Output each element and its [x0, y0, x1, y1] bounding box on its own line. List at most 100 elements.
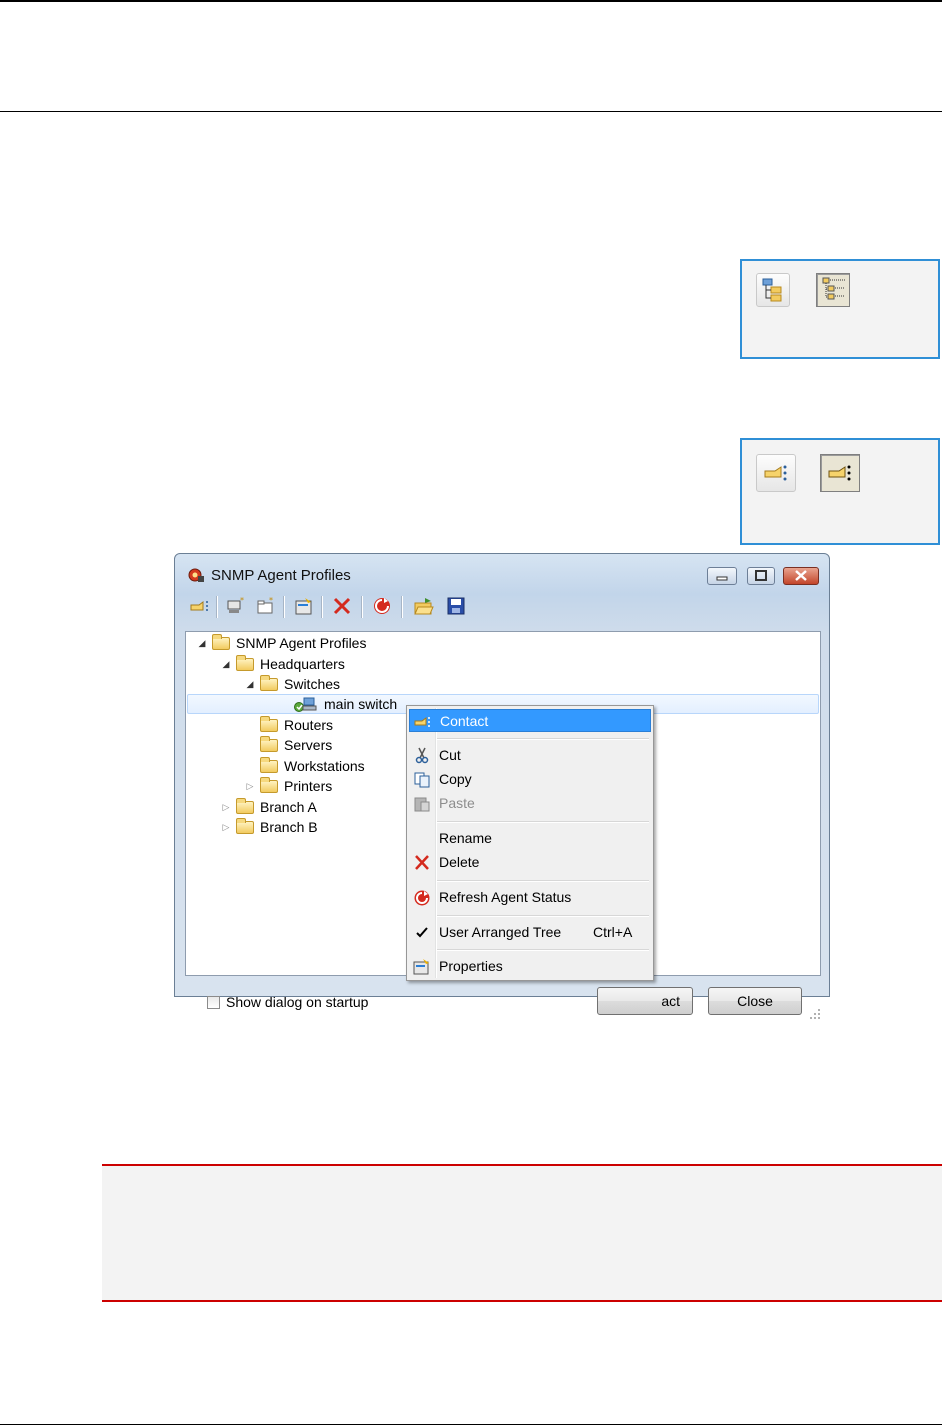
menu-item-properties[interactable]: Properties: [409, 955, 651, 978]
snmp-agent-icon: [187, 567, 205, 583]
tree-node-workstations[interactable]: Workstations: [256, 756, 365, 776]
menu-separator: [437, 880, 649, 882]
menu-separator: [437, 738, 649, 740]
tree-view-pressed-icon[interactable]: [816, 273, 850, 307]
agent-ok-icon: [294, 697, 317, 712]
tree-node-servers[interactable]: Servers: [256, 735, 332, 755]
contact-pressed-icon[interactable]: [820, 454, 860, 492]
tree-node-branch-b[interactable]: ▷ Branch B: [220, 817, 318, 837]
tree-node-label: Branch A: [260, 799, 317, 815]
menu-item-cut[interactable]: Cut: [409, 744, 651, 767]
tree-node-routers[interactable]: Routers: [256, 715, 333, 735]
contact-icon: [414, 717, 430, 727]
menu-item-refresh-agent-status[interactable]: Refresh Agent Status: [409, 886, 651, 909]
menu-item-user-arranged-tree[interactable]: User Arranged Tree Ctrl+A: [409, 921, 651, 944]
show-dialog-checkbox[interactable]: [207, 995, 220, 1009]
delete-icon: [415, 855, 429, 870]
shortcut-label: Ctrl+A: [593, 924, 633, 940]
close-window-button[interactable]: [783, 567, 819, 585]
menu-item-copy[interactable]: Copy: [409, 768, 651, 791]
collapsed-arrow-icon[interactable]: ▷: [220, 802, 232, 813]
refresh-icon[interactable]: [371, 595, 393, 617]
paste-icon: [414, 797, 430, 812]
toolbar-separator: [283, 596, 285, 618]
resize-grip-icon[interactable]: [809, 1008, 821, 1020]
footer-rule: [0, 1424, 942, 1425]
close-button[interactable]: Close: [708, 987, 802, 1015]
note-box: [102, 1164, 942, 1302]
close-icon: [795, 570, 807, 581]
scissors-icon: [415, 747, 429, 764]
expanded-arrow-icon[interactable]: ◢: [220, 659, 232, 670]
toolbar-separator: [216, 596, 218, 618]
contact-icons-box: [740, 438, 940, 545]
tree-view-icon[interactable]: [756, 273, 790, 307]
delete-icon[interactable]: [331, 595, 353, 617]
svg-text:*: *: [269, 596, 273, 605]
window-title: SNMP Agent Profiles: [211, 567, 351, 584]
collapsed-arrow-icon[interactable]: ▷: [244, 781, 256, 792]
tree-node-printers[interactable]: ▷ Printers: [244, 776, 332, 796]
folder-icon: [212, 633, 230, 650]
folder-icon: [236, 654, 254, 671]
tree-node-label: Servers: [284, 737, 333, 753]
folder-icon: [260, 715, 278, 732]
maximize-button[interactable]: [747, 567, 775, 585]
tree-node-label: Workstations: [284, 758, 365, 774]
menu-item-delete[interactable]: Delete: [409, 851, 651, 874]
checkmark-icon: [416, 927, 428, 938]
properties-icon[interactable]: [293, 595, 315, 617]
contact-icon[interactable]: [189, 595, 211, 617]
toolbar-separator: [401, 596, 403, 618]
maximize-icon: [755, 570, 767, 581]
show-dialog-checkbox-row[interactable]: Show dialog on startup: [207, 982, 368, 1022]
contact-icon[interactable]: [756, 454, 796, 492]
svg-text:*: *: [240, 596, 244, 605]
minimize-button[interactable]: [707, 567, 737, 585]
collapsed-arrow-icon[interactable]: ▷: [220, 822, 232, 833]
folder-icon: [260, 756, 278, 773]
header-rule: [0, 0, 942, 2]
tree-node-main-switch[interactable]: main switch: [294, 694, 397, 714]
menu-separator: [437, 949, 649, 951]
tree-node-label: Routers: [284, 717, 334, 733]
tree-view-icons-box: [740, 259, 940, 359]
toolbar-separator: [321, 596, 323, 618]
tree-node-label: Headquarters: [260, 656, 345, 672]
folder-icon: [260, 776, 278, 793]
folder-icon: [260, 674, 278, 691]
tree-node-label: Switches: [284, 676, 341, 692]
minimize-icon: [716, 576, 728, 581]
open-icon[interactable]: [413, 595, 435, 617]
menu-separator: [437, 821, 649, 823]
folder-icon: [236, 817, 254, 834]
toolbar: * *: [183, 592, 821, 624]
new-folder-icon[interactable]: *: [255, 595, 277, 617]
toolbar-separator: [361, 596, 363, 618]
copy-icon: [414, 772, 430, 788]
tree-node-switches[interactable]: ◢ Switches: [244, 674, 340, 694]
menu-separator: [437, 915, 649, 917]
tree-node-root[interactable]: ◢ SNMP Agent Profiles: [196, 633, 366, 653]
contact-button[interactable]: act: [597, 987, 693, 1015]
expanded-arrow-icon[interactable]: ◢: [196, 638, 208, 649]
expanded-arrow-icon[interactable]: ◢: [244, 679, 256, 690]
refresh-icon: [414, 890, 430, 906]
bottom-bar: Show dialog on startup act Close: [185, 982, 821, 1022]
new-agent-icon[interactable]: *: [225, 595, 247, 617]
tree-node-label: Printers: [284, 778, 333, 794]
context-menu: Contact Cut Copy Paste Rename Delete Ref…: [406, 705, 654, 981]
menu-item-paste[interactable]: Paste: [409, 792, 651, 815]
tree-node-label: Branch B: [260, 819, 318, 835]
properties-icon: [413, 959, 429, 975]
folder-icon: [236, 797, 254, 814]
header-divider: [0, 111, 942, 112]
tree-node-label: SNMP Agent Profiles: [236, 635, 367, 651]
tree-node-label: main switch: [324, 696, 398, 712]
menu-item-rename[interactable]: Rename: [409, 827, 651, 850]
menu-item-contact[interactable]: Contact: [409, 709, 651, 732]
folder-icon: [260, 735, 278, 752]
save-icon[interactable]: [445, 595, 467, 617]
tree-node-headquarters[interactable]: ◢ Headquarters: [220, 654, 345, 674]
tree-node-branch-a[interactable]: ▷ Branch A: [220, 797, 317, 817]
